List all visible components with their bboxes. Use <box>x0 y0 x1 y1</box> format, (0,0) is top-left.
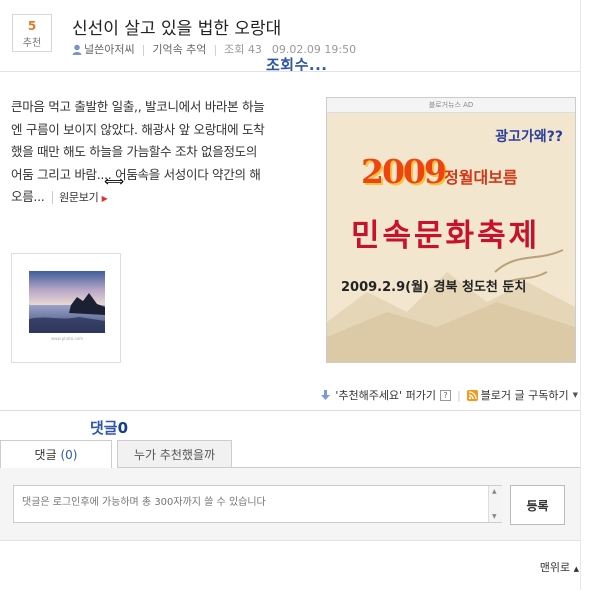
resize-cursor-icon: ⟺ <box>104 174 125 190</box>
body-line-last: 오름... 원문보기 ▶ <box>11 186 316 211</box>
user-icon <box>72 44 82 55</box>
ad-banner[interactable]: 블로거뉴스 AD 광고가왜?? 2009 정월대보름 민속문화축제 2009.2… <box>326 97 576 363</box>
original-link[interactable]: 원문보기 ▶ <box>52 191 108 204</box>
post-title[interactable]: 신선이 살고 있을 법한 오랑대 <box>72 14 281 39</box>
ad-date-place: 2009.2.9(월) 경북 청도천 둔치 <box>341 280 527 295</box>
divider <box>0 410 580 411</box>
thumb-caption: www.photo.com <box>51 336 83 341</box>
view-count: 조회 43 <box>224 43 262 56</box>
ad-year: 2009 <box>361 152 447 191</box>
meta-divider: | <box>213 42 218 56</box>
post-body: 큰마음 먹고 출발한 일출,, 발코니에서 바라본 하늘 엔 구름이 보이지 않… <box>11 96 316 211</box>
submit-comment-button[interactable]: 등록 <box>510 485 565 525</box>
post-actions: '추천해주세요' 퍼가기 ? | 블로거 글 구독하기 ▼ <box>321 387 578 403</box>
tab-comments[interactable]: 댓글 (0) <box>0 440 112 468</box>
meta-divider: | <box>141 42 146 56</box>
original-link-label: 원문보기 <box>59 191 99 204</box>
right-border <box>580 0 581 590</box>
arrow-down-icon <box>321 390 331 400</box>
comment-scrollbar[interactable]: ▲ ▼ <box>488 486 502 522</box>
actions-divider: | <box>456 388 461 402</box>
divider <box>0 71 580 72</box>
author-name[interactable]: 널쓴아저씨 <box>84 41 135 57</box>
ad-why-link[interactable]: 광고가왜?? <box>495 126 563 146</box>
recommend-label: 추천 <box>22 38 42 49</box>
ad-event: 정월대보름 <box>444 168 518 187</box>
category-link[interactable]: 기억속 추억 <box>152 41 206 57</box>
chevron-up-icon: ▲ <box>573 565 579 573</box>
body-line: 큰마음 먹고 출발한 일출,, 발코니에서 바라본 하늘 <box>11 99 265 114</box>
comments-overlay-text: 댓글0 <box>90 417 128 438</box>
scroll-up-icon[interactable]: ▲ <box>492 488 497 495</box>
body-line: 했을 때만 해도 하늘을 가늠할수 조차 없을정도의 <box>11 144 258 159</box>
comment-form: ▲ ▼ 등록 <box>0 468 580 541</box>
ad-festival: 민속문화축제 <box>351 218 541 254</box>
scroll-down-icon[interactable]: ▼ <box>492 513 497 520</box>
rss-icon <box>466 389 478 401</box>
comments-overlay-label: 댓글 <box>90 419 118 437</box>
subscribe-link[interactable]: 블로거 글 구독하기 <box>481 387 569 403</box>
to-top-label: 맨위로 <box>539 561 571 574</box>
back-to-top-link[interactable]: 맨위로 ▲ <box>540 559 579 575</box>
tab-who-recommended[interactable]: 누가 추천했을까 <box>117 440 232 468</box>
body-line: 어둠 그리고 바람.... 어둠속을 서성이다 약간의 해 <box>11 166 261 182</box>
recommend-count: 5 <box>27 19 37 33</box>
photo-thumbnail[interactable]: www.photo.com <box>11 253 121 363</box>
body-line: 엔 구름이 보이지 않았다. 해광사 앞 오랑대에 도착 <box>11 121 265 137</box>
body-line: 오름... <box>11 189 45 204</box>
recommend-box[interactable]: 5 추천 <box>12 14 52 52</box>
tab-comments-label: 댓글 <box>34 448 57 462</box>
seascape-photo <box>29 271 105 333</box>
ad-header: 블로거뉴스 AD <box>327 98 575 113</box>
chevron-down-icon[interactable]: ▼ <box>573 391 578 399</box>
comment-input[interactable] <box>13 485 502 523</box>
arrow-right-icon: ▶ <box>101 194 108 203</box>
recommend-share-link[interactable]: '추천해주세요' 퍼가기 <box>335 387 436 403</box>
tab-comments-count: (0) <box>60 448 78 462</box>
comments-overlay-count: 0 <box>117 419 129 437</box>
help-icon[interactable]: ? <box>439 389 451 401</box>
